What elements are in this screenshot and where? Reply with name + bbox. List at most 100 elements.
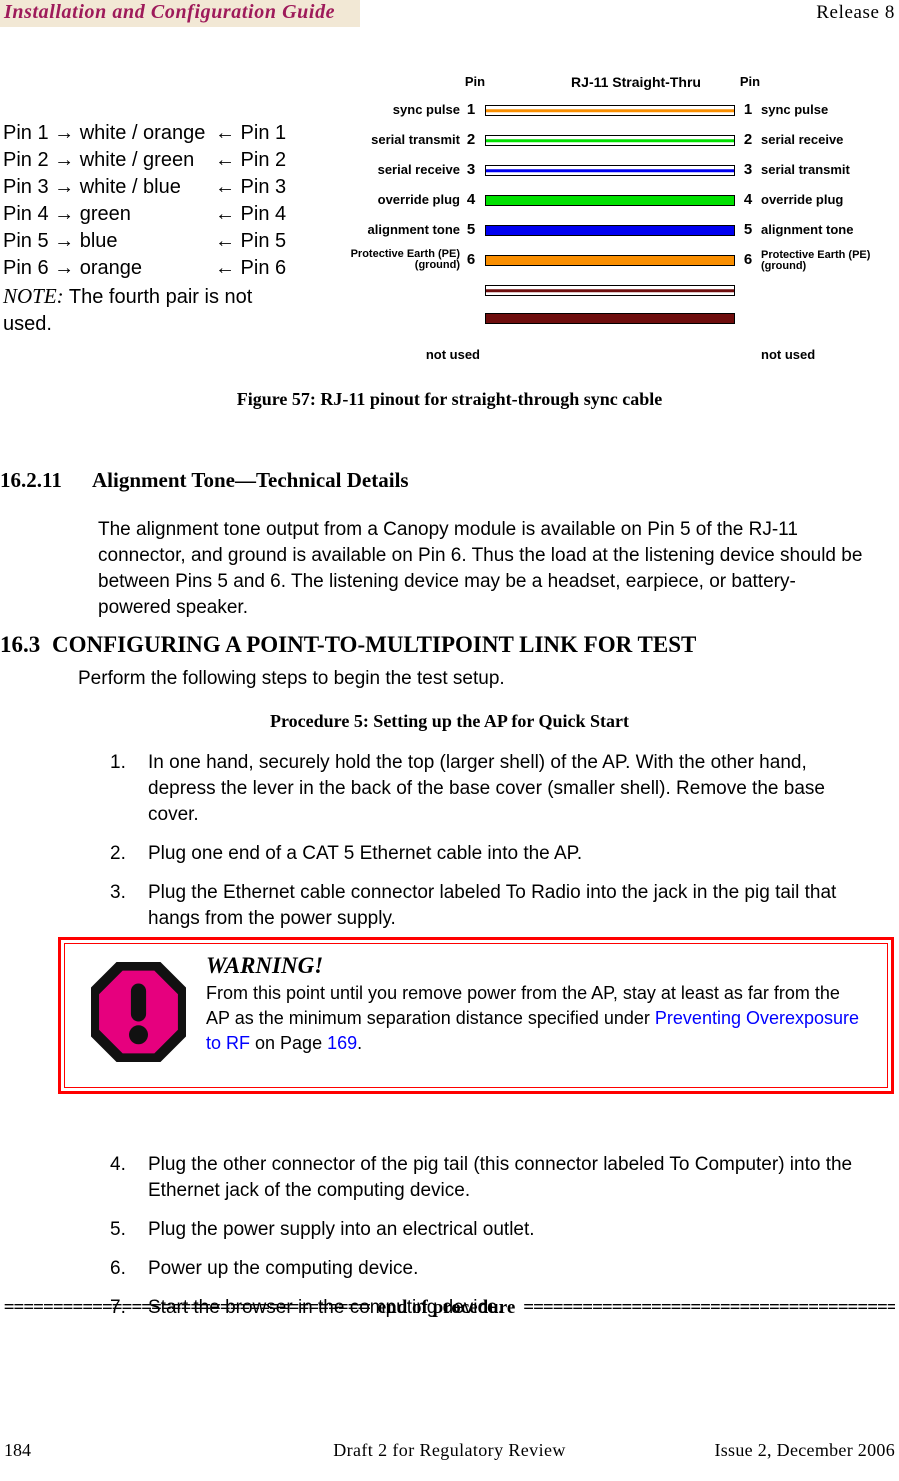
not-used-label-right: not used [761,347,816,362]
heading-16-2-11: 16.2.11 Alignment Tone—Technical Details [0,468,899,493]
wire-pin-left: 2 [466,131,476,148]
warning-heading: WARNING! [206,953,324,978]
heading-text: CONFIGURING A POINT-TO-MULTIPOINT LINK F… [52,632,697,657]
diagram-header-pin-left: Pin [464,74,486,89]
header-release: Release 8 [816,2,895,23]
pin-mapping-row: Pin 3 → white / blue ← Pin 3 [3,174,323,201]
wire-row: Protective Earth (PE) (ground) 6 6 Prote… [330,248,899,272]
wire-stripe [486,168,734,173]
wire-pin-right: 2 [743,131,753,148]
wire-label-right: alignment tone [761,222,854,237]
warning-text-part2: on Page [250,1033,328,1053]
pin-mapping-row: Pin 4 → green ← Pin 4 [3,201,323,228]
warning-text-part3: . [357,1033,363,1053]
list-item: 5. Plug the power supply into an electri… [110,1217,870,1243]
pin-mapping-left: Pin 4 → green [3,203,131,225]
heading-number: 16.2.11 [0,468,62,492]
pin-mapping-right: ← Pin 5 [215,230,287,252]
wire-label-left: Protective Earth (PE) (ground) [350,248,460,271]
pin-mapping-note: NOTE: The fourth pair is not used. [3,283,253,338]
pin-mapping-left: Pin 1 → white / orange [3,122,206,144]
wire-stripe [486,108,734,113]
procedure-title: Procedure 5: Setting up the AP for Quick… [270,711,629,731]
wire-pin-left: 3 [466,161,476,178]
end-of-procedure-rule-left: ========================================… [3,1297,370,1318]
pin-mapping-row: Pin 2 → white / green ← Pin 2 [3,147,323,174]
warning-text: From this point until you remove power f… [206,981,866,1056]
footer-page-number: 184 [4,1440,31,1460]
diagram-header-pin-right: Pin [739,74,761,89]
not-used-label-left: not used [425,347,480,362]
wire-label-left: serial transmit [371,132,460,147]
wire-white-green [485,135,735,146]
paragraph-alignment-tone: The alignment tone output from a Canopy … [98,519,863,618]
wire-row: override plug 4 4 override plug [330,188,899,212]
wire-label-right: Protective Earth (PE) (ground) [761,249,871,272]
step-number: 6. [110,1258,126,1279]
step-number: 5. [110,1219,126,1240]
list-item: 1. In one hand, securely hold the top (l… [110,750,870,828]
wire-label-left: override plug [377,192,460,207]
end-of-procedure-rule: ========================================… [0,1297,899,1319]
step-text: Power up the computing device. [148,1258,419,1279]
wire-pin-right: 6 [743,251,753,268]
wire-label-right: override plug [761,192,844,207]
end-of-procedure-rule-right: ========================================… [523,1297,896,1318]
step-text: Plug the other connector of the pig tail… [148,1154,853,1201]
wire-pin-right: 5 [743,221,753,238]
warning-box: WARNING! From this point until you remov… [58,937,894,1094]
end-of-procedure-label: end of procedure [377,1297,516,1318]
pin-mapping-right: ← Pin 1 [215,122,287,144]
page-footer: Draft 2 for Regulatory Review 184 Issue … [0,1440,899,1470]
wire-label-left: serial receive [377,162,460,177]
pin-mapping-left: Pin 2 → white / green [3,149,195,171]
heading-text: Alignment Tone—Technical Details [92,468,409,492]
wire-label-right: sync pulse [761,102,829,117]
paragraph-lead: Perform the following steps to begin the… [78,668,505,689]
diagram-header-title: RJ-11 Straight-Thru [571,74,701,90]
wire-label-left: sync pulse [392,102,460,117]
list-item: 4. Plug the other connector of the pig t… [110,1152,870,1204]
step-number: 1. [110,752,126,773]
heading-number: 16.3 [0,632,41,657]
wire-label-right: serial transmit [761,162,850,177]
step-number: 2. [110,843,126,864]
warning-octagon-icon [88,960,189,1064]
step-number: 3. [110,882,126,903]
heading-16-3: 16.3 CONFIGURING A POINT-TO-MULTIPOINT LI… [0,632,899,658]
wire-label-left: alignment tone [367,222,460,237]
pin-mapping-right: ← Pin 4 [215,203,287,225]
wire-pin-left: 5 [466,221,476,238]
pin-mapping-list: Pin 1 → white / orange ← Pin 1 Pin 2 → w… [3,120,323,338]
footer-issue-date: Issue 2, December 2006 [714,1440,895,1460]
pin-mapping-row: Pin 1 → white / orange ← Pin 1 [3,120,323,147]
pin-mapping-row: Pin 5 → blue ← Pin 5 [3,228,323,255]
header-title: Installation and Configuration Guide [4,1,336,23]
wire-row: serial transmit 2 2 serial receive [330,128,899,152]
pin-mapping-left: Pin 3 → white / blue [3,176,181,198]
pin-mapping-left: Pin 5 → blue [3,230,118,252]
pin-mapping-right: ← Pin 2 [215,149,287,171]
warning-page-link[interactable]: 169 [327,1033,357,1053]
figure-caption: Figure 57: RJ-11 pinout for straight-thr… [236,389,663,409]
list-item: 2. Plug one end of a CAT 5 Ethernet cabl… [110,841,870,867]
list-item: 6. Power up the computing device. [110,1256,870,1282]
wire-row: sync pulse 1 1 sync pulse [330,98,899,122]
wire-white-orange [485,105,735,116]
wire-row-not-used [330,278,899,302]
wire-pin-left: 4 [466,191,476,208]
wire-green [485,195,735,206]
wire-label-right: serial receive [761,132,844,147]
step-text: In one hand, securely hold the top (larg… [148,752,825,825]
wire-white-brown [485,285,735,296]
wire-brown [485,313,735,324]
wire-pin-right: 4 [743,191,753,208]
page-header: Installation and Configuration Guide Rel… [0,0,899,30]
step-number: 4. [110,1154,126,1175]
wire-pin-right: 1 [743,101,753,118]
note-label: NOTE: [3,284,64,308]
step-text: Plug the power supply into an electrical… [148,1219,535,1240]
rj11-wiring-diagram: Pin RJ-11 Straight-Thru Pin sync pulse 1… [330,70,899,362]
wire-blue [485,225,735,236]
list-item: 3. Plug the Ethernet cable connector lab… [110,880,870,932]
